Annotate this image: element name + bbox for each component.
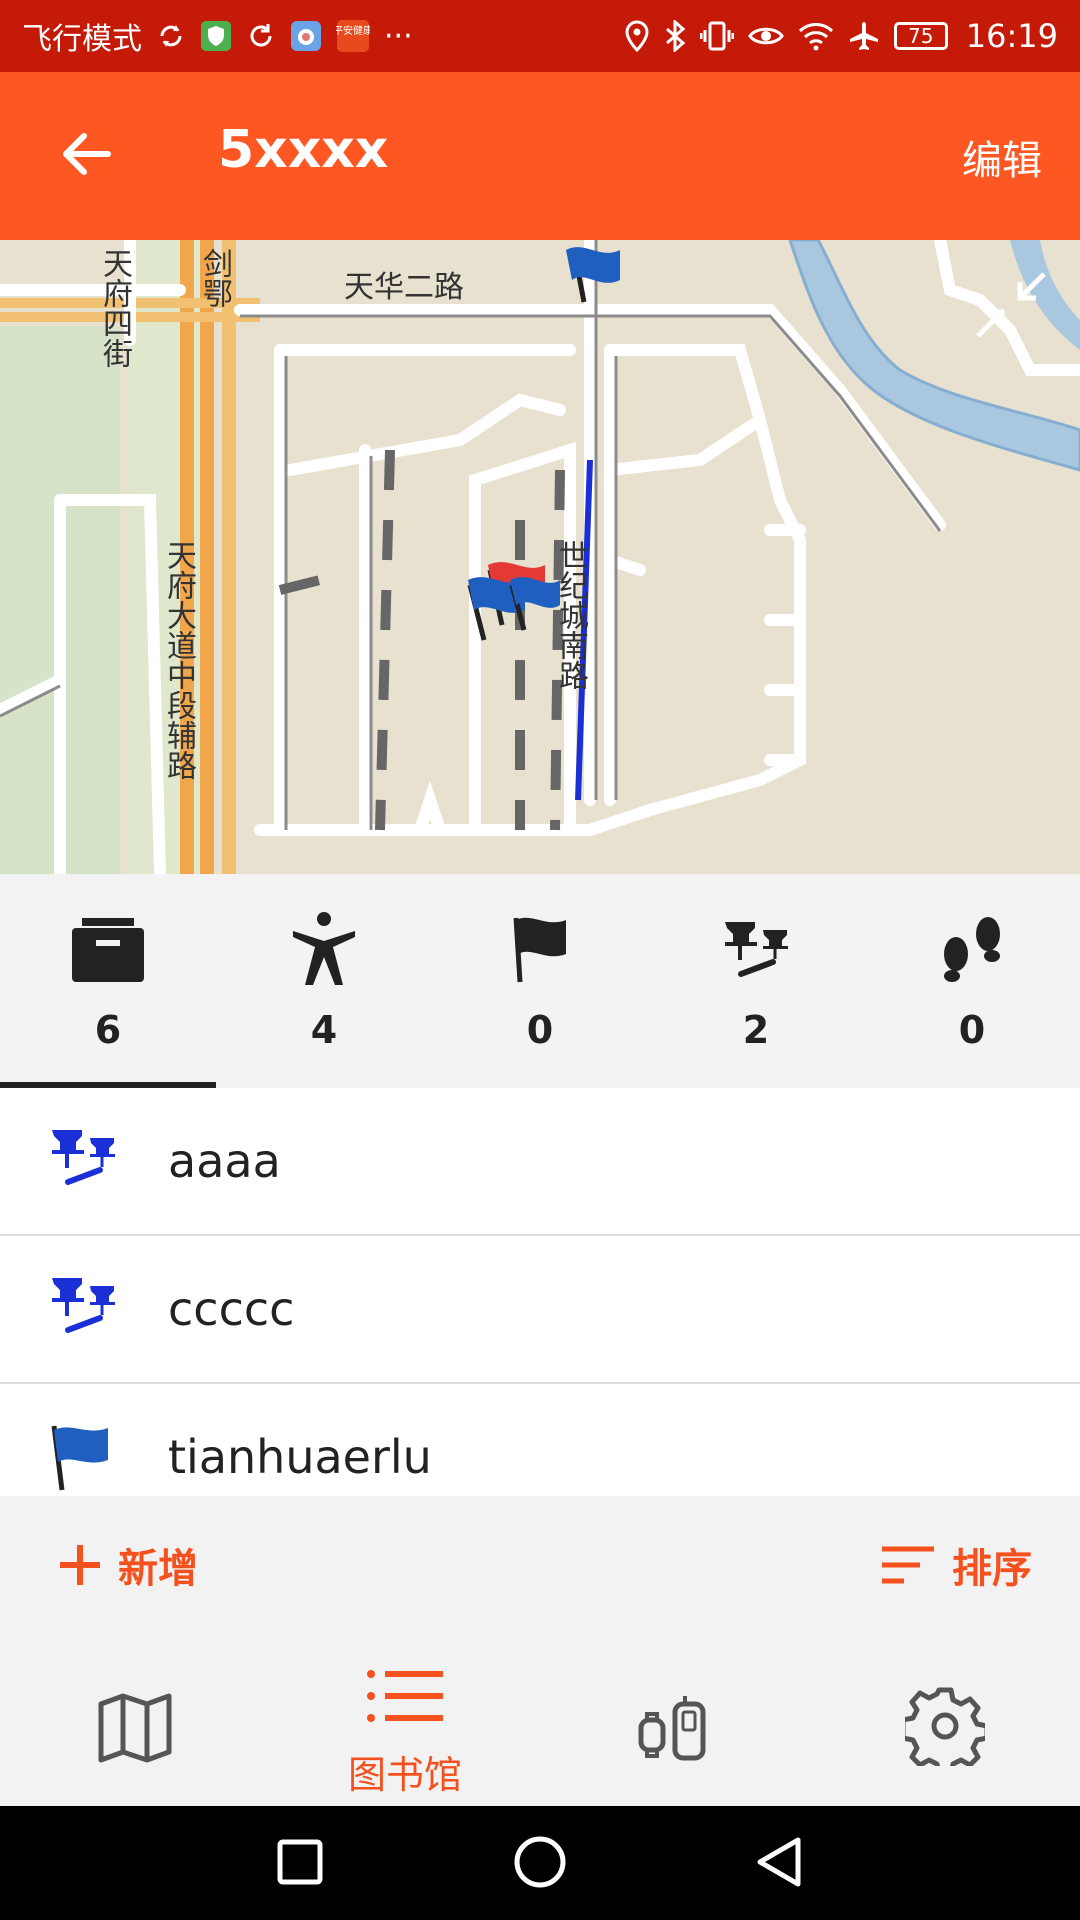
eye-comfort-icon (747, 22, 784, 50)
tab-activities[interactable]: 4 (216, 874, 432, 1088)
tab-count: 2 (742, 1008, 770, 1052)
person-icon (274, 904, 374, 994)
item-list: aaaa ccccc tianhuaerlu (0, 1088, 1080, 1496)
triangle-back-icon (757, 1837, 801, 1887)
list-item-label: ccccc (168, 1282, 295, 1336)
collapse-map-icon[interactable] (976, 270, 1046, 340)
tab-count: 0 (526, 1008, 554, 1052)
health-app-icon: 平安健康 (336, 19, 370, 53)
bluetooth-icon (664, 20, 686, 52)
map-icon (95, 1686, 175, 1766)
tab-count: 6 (94, 1008, 122, 1052)
wifi-icon (798, 21, 834, 51)
add-label: 新增 (118, 1546, 198, 1592)
battery-indicator: 75 (893, 22, 948, 50)
nav-library-label: 图书馆 (347, 1753, 462, 1797)
route-icon (706, 904, 806, 994)
nav-devices[interactable] (540, 1646, 810, 1806)
home-button[interactable] (510, 1832, 570, 1892)
list-item-label: aaaa (168, 1134, 281, 1188)
more-notifications: ··· (384, 18, 413, 54)
tab-tracks[interactable]: 0 (864, 874, 1080, 1088)
edit-button[interactable]: 编辑 (962, 128, 1042, 186)
flag-icon (48, 1422, 118, 1492)
system-navigation-bar (0, 1806, 1080, 1920)
tab-waypoints[interactable]: 0 (432, 874, 648, 1088)
route-icon (48, 1126, 118, 1196)
gear-icon (900, 1686, 990, 1777)
map-label-road: 世纪城南路 (553, 540, 588, 690)
vibrate-icon (699, 20, 734, 52)
tab-count: 0 (958, 1008, 986, 1052)
shield-app-icon (200, 20, 232, 52)
clock: 16:19 (965, 17, 1058, 55)
list-icon (365, 1666, 445, 1746)
browser-app-icon (290, 20, 322, 52)
map-label-road: 剑鄂 (197, 248, 232, 308)
briefcase-icon (58, 904, 158, 994)
recent-apps-button[interactable] (270, 1832, 330, 1892)
tab-all[interactable]: 6 (0, 874, 216, 1088)
app-bar: 5xxxx 编辑 (0, 72, 1080, 240)
health-app-badge-text: 平安健康 (336, 24, 370, 37)
footsteps-icon (922, 904, 1022, 994)
route-icon (48, 1274, 118, 1344)
map-view[interactable]: 天华二路 天府四街 剑鄂 天府大道中段辅路 世纪城南路 (0, 240, 1080, 874)
sort-icon (882, 1546, 934, 1584)
map-label-road: 天府四街 (97, 248, 132, 368)
nav-library[interactable]: 图书馆 (270, 1646, 540, 1806)
list-item-label: tianhuaerlu (168, 1430, 432, 1484)
page-title: 5xxxx (218, 120, 389, 180)
nav-map[interactable] (0, 1646, 270, 1806)
map-label-road: 天府大道中段辅路 (161, 540, 196, 780)
status-bar: 飞行模式 平安健康 ··· 75 16:19 (0, 0, 1080, 72)
flag-icon (490, 904, 590, 994)
airplane-icon (848, 20, 880, 52)
tab-count: 4 (310, 1008, 338, 1052)
list-item[interactable]: tianhuaerlu (0, 1384, 1080, 1496)
square-icon (277, 1839, 323, 1885)
airplane-mode-text: 飞行模式 (22, 22, 142, 57)
nav-settings[interactable] (810, 1646, 1080, 1806)
category-tabs: 6 4 0 2 0 (0, 874, 1080, 1088)
back-button[interactable] (750, 1832, 810, 1892)
devices-icon (635, 1686, 715, 1766)
circle-icon (514, 1836, 566, 1888)
add-button[interactable]: 新增 (58, 1536, 198, 1594)
list-item[interactable]: aaaa (0, 1088, 1080, 1236)
back-arrow-icon[interactable] (58, 126, 114, 182)
location-icon (624, 20, 650, 52)
refresh-app-icon (246, 21, 276, 51)
action-bar: 新增 排序 (0, 1496, 1080, 1646)
sync-icon (156, 21, 186, 51)
map-label-road: 天华二路 (344, 270, 464, 305)
bottom-navigation: 图书馆 (0, 1646, 1080, 1806)
sort-label: 排序 (952, 1546, 1032, 1592)
plus-icon (60, 1545, 100, 1585)
sort-button[interactable]: 排序 (880, 1536, 1032, 1594)
list-item[interactable]: ccccc (0, 1236, 1080, 1384)
tab-routes[interactable]: 2 (648, 874, 864, 1088)
